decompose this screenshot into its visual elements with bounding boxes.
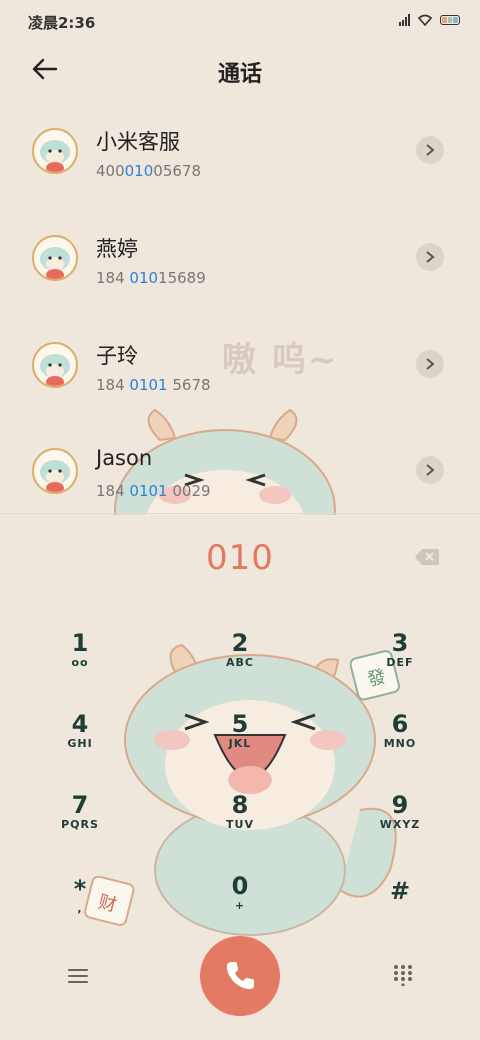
- contact-number: 40001005678: [96, 162, 201, 180]
- key-pound[interactable]: #: [345, 878, 455, 944]
- battery-icon: [440, 15, 460, 25]
- status-bar: 凌晨2:36: [0, 0, 480, 44]
- status-icons: [399, 14, 460, 26]
- contact-name: 小米客服: [96, 130, 180, 154]
- key-3[interactable]: 3 DEF: [345, 630, 455, 696]
- key-7[interactable]: 7 PQRS: [25, 792, 135, 858]
- avatar: [32, 342, 78, 388]
- dialpad-icon[interactable]: [392, 964, 414, 986]
- dialed-number: 010: [206, 538, 274, 578]
- list-item[interactable]: 燕婷 184 01015689: [0, 213, 480, 319]
- call-button[interactable]: [200, 936, 280, 1016]
- chevron-right-icon: [426, 358, 435, 370]
- chevron-right-icon: [426, 251, 435, 263]
- phone-icon: [226, 962, 254, 990]
- avatar: [32, 448, 78, 494]
- key-8[interactable]: 8 TUV: [185, 792, 295, 858]
- signal-icon: [399, 14, 410, 26]
- key-0[interactable]: 0 +: [185, 873, 295, 939]
- menu-icon[interactable]: [66, 966, 90, 986]
- key-star[interactable]: *,: [25, 876, 135, 942]
- list-item[interactable]: 子玲 184 0101 5678: [0, 320, 480, 426]
- avatar: [32, 235, 78, 281]
- contact-details-button[interactable]: [416, 350, 444, 378]
- contact-name: 子玲: [96, 344, 138, 368]
- contact-details-button[interactable]: [416, 136, 444, 164]
- key-1[interactable]: 1 ᴏᴏ: [25, 630, 135, 696]
- chevron-right-icon: [426, 144, 435, 156]
- wifi-icon: [418, 14, 432, 26]
- key-5[interactable]: 5 JKL: [185, 711, 295, 777]
- key-4[interactable]: 4 GHI: [25, 711, 135, 777]
- contact-name: Jason: [96, 446, 153, 470]
- avatar: [32, 128, 78, 174]
- contact-number: 184 0101 5678: [96, 376, 211, 394]
- voicemail-icon: ᴏᴏ: [71, 656, 89, 669]
- app-header: 通话: [0, 44, 480, 96]
- page-title: 通话: [217, 62, 262, 87]
- chevron-right-icon: [426, 464, 435, 476]
- list-item[interactable]: 小米客服 40001005678: [0, 106, 480, 212]
- key-9[interactable]: 9 WXYZ: [345, 792, 455, 858]
- list-item[interactable]: Jason 184 0101 0029: [0, 426, 480, 532]
- contact-details-button[interactable]: [416, 456, 444, 484]
- key-6[interactable]: 6 MNO: [345, 711, 455, 777]
- key-2[interactable]: 2 ABC: [185, 630, 295, 696]
- divider: [0, 513, 480, 514]
- contact-number: 184 0101 0029: [96, 482, 211, 500]
- contact-details-button[interactable]: [416, 243, 444, 271]
- contact-name: 燕婷: [96, 237, 138, 261]
- status-time: 凌晨2:36: [28, 14, 96, 32]
- backspace-icon[interactable]: [414, 548, 440, 566]
- contact-number: 184 01015689: [96, 269, 206, 287]
